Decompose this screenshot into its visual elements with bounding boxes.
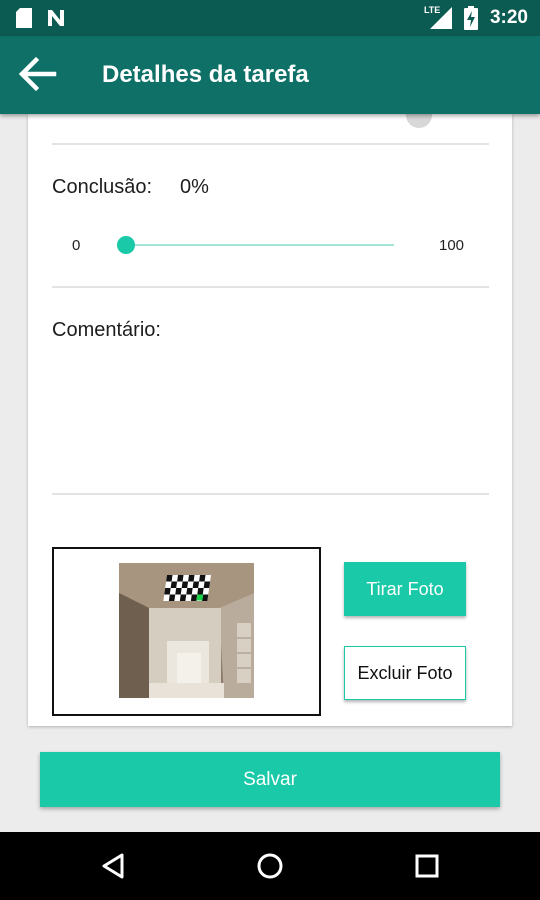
lte-signal-icon: LTE: [423, 5, 452, 29]
task-details-card: Conclusão: 0% 0 100 Comentário: Tirar Fo…: [28, 114, 512, 726]
slider-max-label: 100: [439, 237, 465, 254]
divider: [52, 143, 489, 145]
divider: [52, 286, 489, 288]
back-triangle-icon: [102, 853, 124, 879]
divider: [52, 493, 489, 495]
sd-card-icon: [16, 8, 32, 28]
lte-label: LTE: [423, 5, 441, 15]
comment-input[interactable]: [52, 352, 493, 492]
take-photo-button[interactable]: Tirar Foto: [344, 562, 466, 616]
conclusion-label: Conclusão:: [52, 176, 153, 198]
system-nav-bar: [0, 832, 540, 900]
conclusion-value: 0%: [180, 176, 209, 198]
comment-label: Comentário:: [52, 319, 161, 341]
battery-charging-icon: [463, 6, 478, 30]
conclusion-slider[interactable]: [117, 236, 394, 254]
arrow-left-icon: [18, 56, 57, 92]
nav-recents-button[interactable]: [407, 846, 447, 886]
save-button[interactable]: Salvar: [40, 752, 500, 807]
slider-min-label: 0: [72, 237, 81, 254]
back-button[interactable]: [18, 54, 62, 94]
n-notification-icon: [48, 10, 64, 26]
delete-photo-button[interactable]: Excluir Foto: [344, 646, 466, 700]
recents-square-icon: [415, 854, 439, 878]
slider-thumb[interactable]: [117, 236, 135, 254]
status-time: 3:20: [489, 7, 528, 28]
page-title: Detalhes da tarefa: [102, 61, 309, 88]
nav-home-button[interactable]: [250, 846, 290, 886]
app-bar: Detalhes da tarefa: [0, 36, 540, 114]
nav-back-button[interactable]: [93, 846, 133, 886]
photo-frame: [52, 547, 321, 716]
partial-toggle[interactable]: [406, 114, 432, 128]
task-photo-image: [119, 563, 254, 698]
status-bar: LTE 3:20: [0, 0, 540, 36]
home-circle-icon: [257, 853, 283, 879]
